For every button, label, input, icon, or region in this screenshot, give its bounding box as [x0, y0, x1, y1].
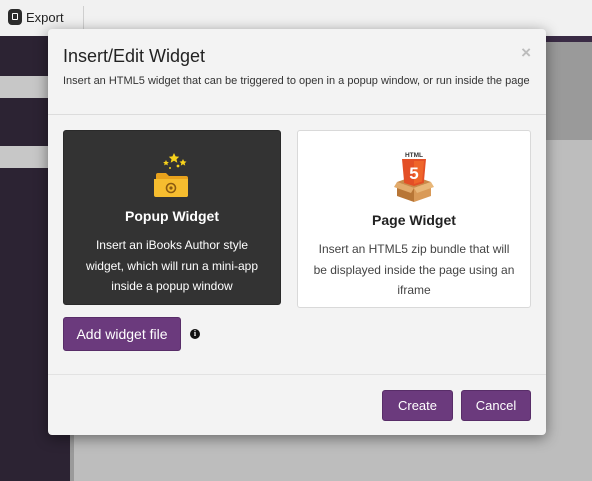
export-label: Export — [26, 9, 64, 25]
toolbar-divider — [83, 6, 84, 30]
dialog-title: Insert/Edit Widget — [63, 46, 206, 66]
html5-box-icon: HTML 5 — [393, 150, 435, 207]
page-widget-description: Insert an HTML5 zip bundle that will be … — [313, 242, 515, 297]
close-icon[interactable]: × — [521, 43, 531, 63]
export-icon — [8, 9, 22, 25]
cancel-button[interactable]: Cancel — [461, 390, 531, 421]
page-widget-title: Page Widget — [372, 212, 456, 228]
page-widget-option[interactable]: HTML 5 Page Widget Insert an HTML5 zip b… — [297, 130, 531, 308]
insert-widget-dialog: Insert/Edit Widget Insert an HTML5 widge… — [48, 29, 546, 435]
popup-widget-option[interactable]: Popup Widget Insert an iBooks Author sty… — [63, 130, 281, 305]
dialog-footer: Create Cancel — [48, 374, 546, 435]
export-button[interactable]: Export — [8, 9, 64, 25]
info-icon[interactable]: i — [190, 329, 200, 339]
svg-text:5: 5 — [409, 164, 418, 183]
popup-widget-description: Insert an iBooks Author style widget, wh… — [85, 238, 259, 293]
dialog-header: Insert/Edit Widget Insert an HTML5 widge… — [48, 29, 546, 115]
dialog-subtitle: Insert an HTML5 widget that can be trigg… — [63, 75, 530, 87]
add-widget-file-button[interactable]: Add widget file — [63, 317, 181, 351]
create-button[interactable]: Create — [382, 390, 453, 421]
svg-text:HTML: HTML — [405, 152, 423, 159]
folder-stars-icon — [152, 151, 192, 204]
popup-widget-title: Popup Widget — [125, 208, 219, 224]
